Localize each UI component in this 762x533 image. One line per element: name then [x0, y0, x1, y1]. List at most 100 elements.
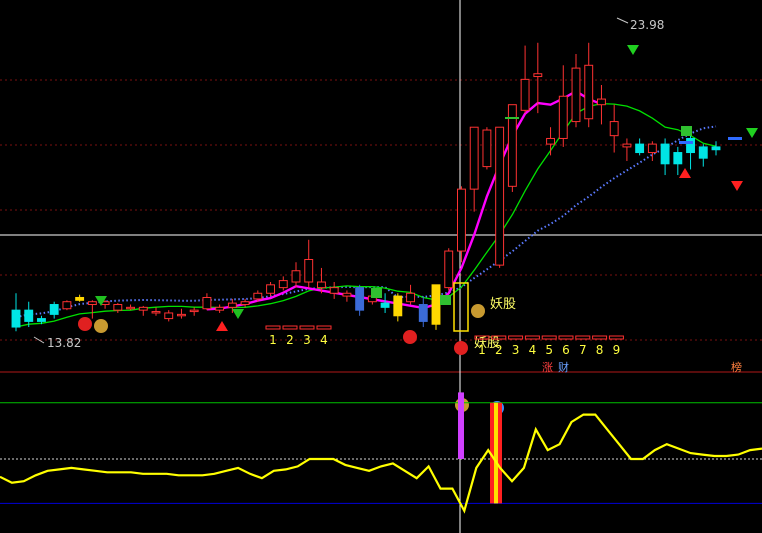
grid-lines — [0, 0, 762, 533]
ma-dotted-line — [15, 125, 717, 319]
count-labels: 1 2 3 41 2 3 4 5 6 7 8 9 — [265, 325, 624, 357]
ma-green-line — [15, 102, 717, 328]
green-dash-marker — [505, 117, 519, 119]
candle-body — [189, 309, 199, 313]
candle-body — [253, 292, 263, 300]
money-bag-icon — [471, 304, 485, 318]
candle-body — [622, 143, 632, 148]
candle-body — [660, 143, 670, 165]
candle-body — [164, 312, 174, 320]
candle-body — [215, 306, 225, 311]
red-up-triangle — [216, 321, 228, 331]
candle-body — [431, 284, 441, 325]
count-label: 1 — [269, 333, 277, 347]
candle-body — [240, 301, 250, 306]
count-step-mark — [299, 325, 315, 330]
zhang-label: 涨 — [542, 361, 553, 374]
count-step-mark — [524, 335, 540, 340]
candle-body — [37, 318, 46, 322]
count-step-mark — [592, 335, 608, 340]
count-label: 8 — [596, 343, 604, 357]
candle-body — [495, 126, 505, 266]
candle-body — [406, 292, 415, 303]
candle-body — [546, 137, 555, 145]
money-bag-icon — [94, 319, 108, 333]
count-step-mark — [575, 335, 591, 340]
candle-body — [444, 250, 454, 289]
count-step-mark — [608, 335, 624, 340]
count-label: 2 — [495, 343, 503, 357]
green-down-triangle — [746, 128, 758, 138]
count-step-mark — [558, 335, 574, 340]
candle-body — [482, 129, 492, 168]
bang-label: 榜 — [731, 360, 742, 374]
count-label: 2 — [286, 333, 294, 347]
candle-body — [202, 296, 212, 310]
candle-body — [11, 309, 21, 328]
count-label: 1 — [478, 343, 486, 357]
candle-body — [520, 78, 530, 111]
ma-magenta-line — [206, 89, 602, 311]
count-label: 5 — [545, 343, 553, 357]
kong-badge-icon — [440, 295, 451, 305]
count-label: 3 — [512, 343, 520, 357]
candle-body — [393, 295, 403, 317]
candle-body — [673, 152, 683, 165]
highlight-box — [453, 282, 469, 332]
low-price-label: 13.82 — [47, 336, 81, 350]
candle-body — [278, 280, 288, 289]
count-step-mark — [282, 325, 298, 330]
kong-badge-icon — [681, 126, 692, 136]
red-down-triangle — [731, 181, 743, 191]
candle-body — [507, 104, 517, 187]
candle-body — [584, 64, 594, 120]
candle-body — [698, 146, 708, 159]
candle-body — [597, 98, 606, 106]
red-badge-icon — [454, 341, 468, 355]
count-label: 7 — [579, 343, 587, 357]
candle-body — [291, 270, 301, 283]
high-pointer — [616, 17, 629, 24]
candle-body — [266, 284, 275, 294]
count-step-mark — [316, 325, 332, 330]
candle-body — [533, 73, 543, 78]
green-down-triangle — [627, 45, 639, 55]
candle-body — [329, 287, 339, 294]
candle-body — [380, 302, 390, 308]
candle-body — [635, 143, 645, 154]
candle-body — [62, 301, 72, 310]
chart-stage: 23.98 13.82 妖股 妖股 涨 财 榜 1234123456789 — [0, 0, 762, 533]
candle-body — [113, 304, 123, 311]
red-badge-icon — [403, 330, 417, 344]
count-label: 9 — [613, 343, 621, 357]
candle-body — [304, 258, 314, 283]
candle-body — [227, 302, 237, 308]
red-badge-icon — [78, 317, 92, 331]
indicator-line — [0, 413, 762, 514]
count-step-mark — [265, 325, 281, 330]
candle-body — [342, 292, 352, 297]
count-label: 3 — [303, 333, 311, 347]
candle-body — [457, 188, 466, 252]
candle-body — [49, 304, 59, 315]
cai-label: 财 — [558, 360, 569, 374]
candle-body — [177, 313, 186, 317]
candle-body — [647, 143, 657, 154]
high-price-label: 23.98 — [630, 18, 664, 32]
candle-body — [138, 306, 148, 311]
candle-body — [126, 306, 135, 310]
red-up-triangle — [679, 168, 691, 178]
candle-body — [571, 67, 581, 123]
candle-body — [151, 311, 161, 314]
candle-body — [355, 287, 365, 311]
count-label: 6 — [562, 343, 570, 357]
candle-body — [686, 137, 695, 154]
signal-bar-magenta — [458, 392, 464, 459]
candle-body — [87, 301, 97, 306]
count-step-mark — [508, 335, 524, 340]
candle-body — [558, 95, 568, 139]
stock-chart: 23.98 13.82 妖股 妖股 涨 财 榜 1 2 3 41 2 3 4 5 6 7 8 9 — [0, 0, 762, 533]
candle-body — [609, 121, 619, 137]
signal-markers — [33, 17, 758, 415]
count-step-mark — [541, 335, 557, 340]
